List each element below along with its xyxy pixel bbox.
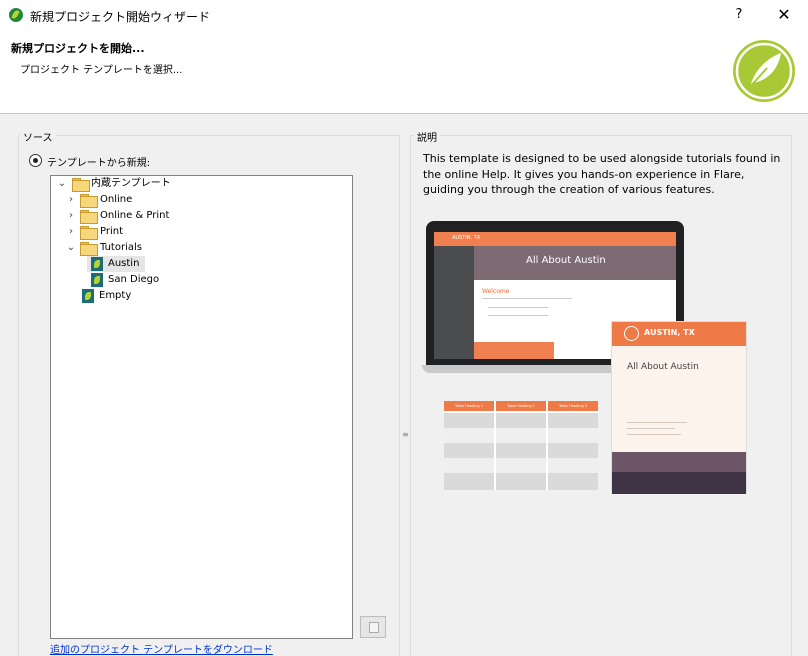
- preview-table-heading: Table Heading 3: [548, 401, 598, 411]
- tree-item-online[interactable]: › Online: [66, 192, 266, 208]
- chevron-right-icon[interactable]: ›: [66, 192, 76, 208]
- template-radio[interactable]: [29, 154, 42, 167]
- tree-item-san-diego[interactable]: San Diego: [87, 272, 167, 288]
- close-button[interactable]: ✕: [772, 4, 796, 26]
- download-templates-link[interactable]: 追加のプロジェクト テンプレートをダウンロード: [50, 641, 273, 656]
- wizard-heading: 新規プロジェクトを開始...: [11, 42, 145, 55]
- chevron-down-icon[interactable]: ⌄: [57, 176, 67, 192]
- folder-open-icon: [72, 178, 90, 192]
- map-badge-icon: [624, 326, 639, 341]
- folder-icon: [80, 226, 98, 240]
- source-label: ソース: [20, 129, 56, 144]
- clipboard-icon: [369, 622, 379, 633]
- description-text: This template is designed to be used alo…: [423, 152, 781, 196]
- preview-table-heading: Table Heading 1: [444, 401, 494, 411]
- tree-item-label: Tutorials: [100, 242, 142, 253]
- folder-open-icon: [80, 242, 98, 256]
- splitter-grip-icon[interactable]: ≡: [402, 430, 409, 439]
- tree-item-label: Print: [100, 226, 124, 237]
- flare-logo-icon: [733, 40, 795, 102]
- preview-table: Table Heading 1 Table Heading 2 Table He…: [444, 401, 598, 490]
- template-radio-label[interactable]: テンプレートから新規:: [47, 154, 150, 169]
- title-bar: 新規プロジェクト開始ウィザード ? ✕: [0, 0, 808, 31]
- wizard-subheading: プロジェクト テンプレートを選択...: [20, 65, 183, 76]
- tree-item-austin[interactable]: Austin: [87, 256, 145, 272]
- tree-item-label: 内蔵テンプレート: [91, 178, 171, 189]
- template-tree[interactable]: ⌄ 内蔵テンプレート › Online › Online & Print › P…: [50, 175, 353, 639]
- chevron-down-icon[interactable]: ⌄: [66, 240, 76, 256]
- preview-laptop-welcome: Welcome: [482, 288, 510, 295]
- description-label: 説明: [414, 129, 440, 144]
- tree-item-label: Empty: [99, 290, 132, 301]
- chevron-right-icon[interactable]: ›: [66, 208, 76, 224]
- tree-item-label: San Diego: [108, 274, 160, 285]
- tree-item-tutorials[interactable]: ⌄ Tutorials: [66, 240, 266, 256]
- preview-print-card: AUSTIN, TX All About Austin: [611, 321, 747, 494]
- tree-item-builtin[interactable]: ⌄ 内蔵テンプレート: [57, 176, 257, 192]
- preview-table-heading: Table Heading 2: [496, 401, 546, 411]
- preview-card-brand: AUSTIN, TX: [644, 328, 695, 337]
- template-icon: [82, 289, 94, 303]
- chevron-right-icon[interactable]: ›: [66, 224, 76, 240]
- preview-skyline-image: [612, 452, 746, 494]
- paste-template-button[interactable]: [360, 616, 386, 638]
- preview-card-title: All About Austin: [627, 362, 699, 372]
- template-preview-image: AUSTIN, TX All About Austin Welcome Tabl…: [422, 218, 762, 498]
- tree-item-online-print[interactable]: › Online & Print: [66, 208, 266, 224]
- tree-item-empty[interactable]: Empty: [79, 288, 159, 304]
- preview-laptop-brand: AUSTIN, TX: [452, 235, 481, 241]
- tree-item-label: Online & Print: [100, 210, 170, 221]
- template-icon: [91, 273, 103, 287]
- wizard-header: 新規プロジェクトを開始... プロジェクト テンプレートを選択...: [0, 31, 808, 114]
- tree-item-label: Online: [100, 194, 133, 205]
- folder-icon: [80, 210, 98, 224]
- help-button[interactable]: ?: [728, 4, 750, 26]
- template-icon: [91, 257, 103, 271]
- tree-item-label: Austin: [108, 258, 140, 269]
- window-title: 新規プロジェクト開始ウィザード: [30, 10, 211, 24]
- preview-laptop-banner: All About Austin: [526, 255, 606, 266]
- flare-app-icon: [9, 8, 23, 22]
- tree-item-print[interactable]: › Print: [66, 224, 266, 240]
- folder-icon: [80, 194, 98, 208]
